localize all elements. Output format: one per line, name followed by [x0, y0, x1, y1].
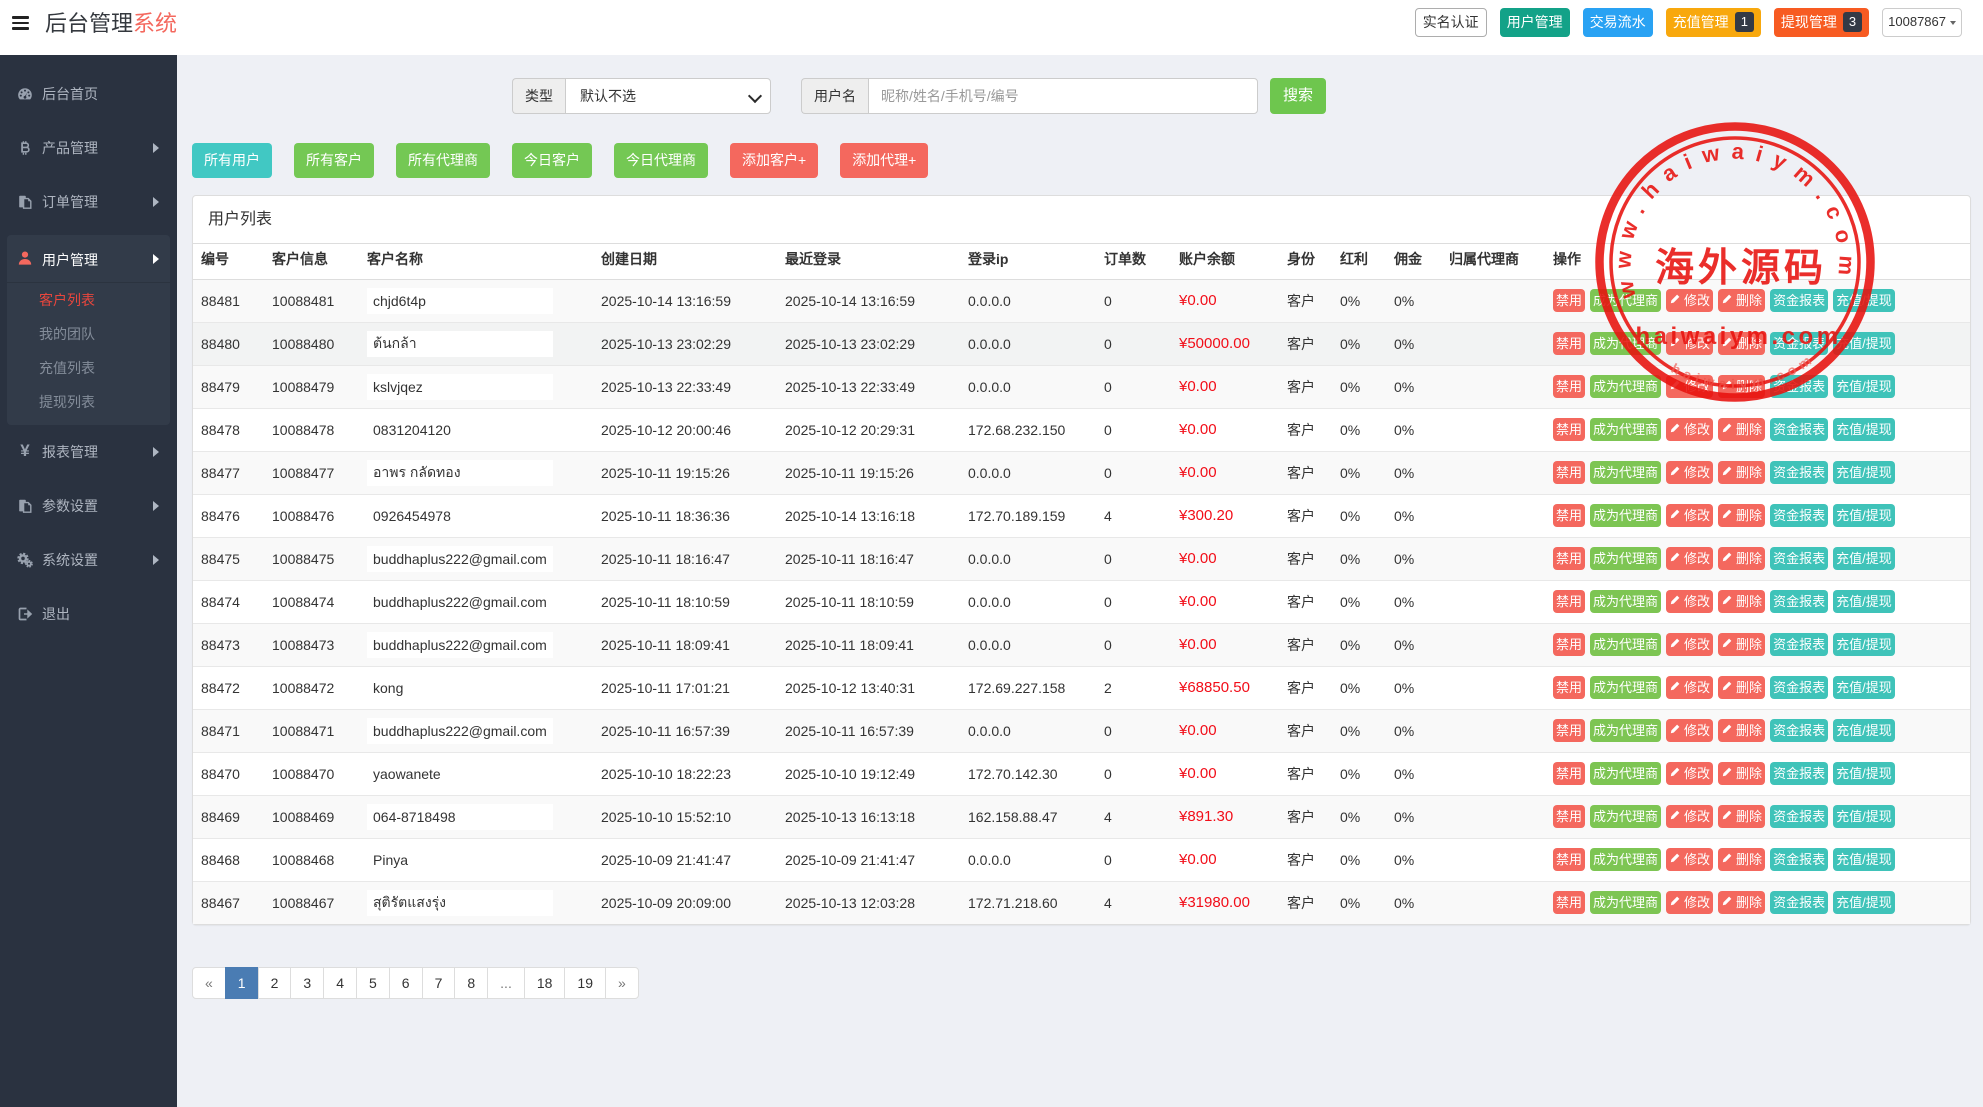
svg-text:海外源码: 海外源码: [1655, 247, 1827, 290]
svg-text:haiwaiym.com: haiwaiym.com: [1635, 323, 1841, 350]
